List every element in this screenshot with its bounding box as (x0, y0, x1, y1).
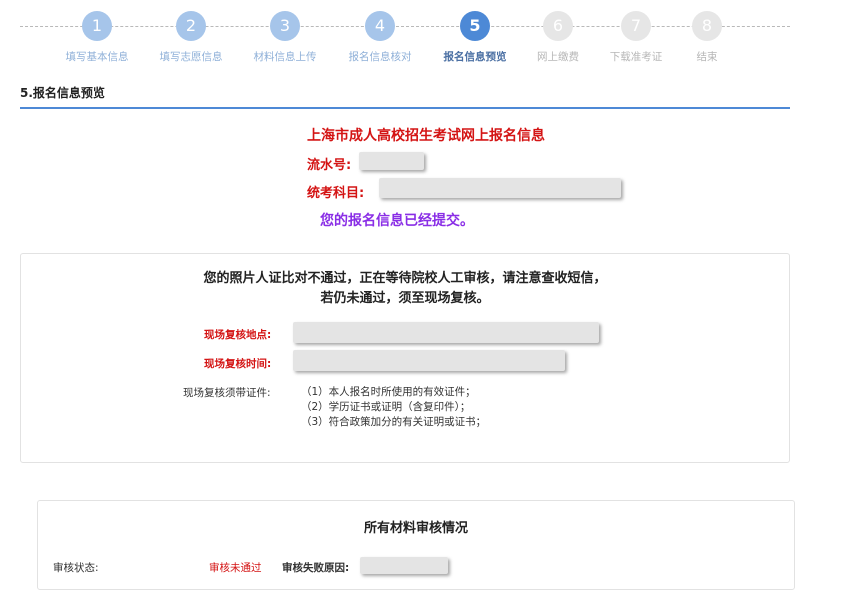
step-label: 填写基本信息 (65, 51, 129, 63)
step-circle: 8 (692, 11, 722, 41)
review-notice: 您的照片人证比对不通过，正在等待院校人工审核，请注意查收短信， 若仍未通过，须至… (21, 269, 789, 309)
step-label: 填写志愿信息 (159, 51, 223, 63)
step-circle: 4 (365, 11, 395, 41)
required-doc-item: （3）符合政策加分的有关证明或证书； (301, 416, 487, 428)
step-circle: 3 (270, 11, 300, 41)
exam-subject-redacted (379, 178, 621, 198)
step-circle: 1 (82, 11, 112, 41)
step-circle: 2 (176, 11, 206, 41)
step-label: 结束 (696, 51, 718, 63)
required-docs-list: （1）本人报名时所使用的有效证件； （2）学历证书或证明（含复印件）； （3）符… (301, 385, 486, 430)
registration-title: 上海市成人高校招生考试网上报名信息 (307, 128, 545, 144)
step-3: 3 材料信息上传 (235, 10, 335, 64)
failure-reason-redacted (360, 557, 448, 574)
materials-review-panel: 所有材料审核情况 审核状态: 审核未通过 审核失败原因: (37, 500, 795, 590)
review-status-label: 审核状态: (53, 562, 99, 574)
submitted-message: 您的报名信息已经提交。 (320, 213, 474, 229)
required-doc-item: （1）本人报名时所使用的有效证件； (301, 386, 476, 398)
page: 1 填写基本信息 2 填写志愿信息 3 材料信息上传 4 报名信息核对 5 报名… (0, 0, 846, 599)
step-1: 1 填写基本信息 (47, 10, 147, 64)
step-2: 2 填写志愿信息 (141, 10, 241, 64)
step-circle: 7 (621, 11, 651, 41)
step-circle: 5 (460, 11, 490, 41)
review-status-value: 审核未通过 (209, 562, 262, 574)
recheck-time-redacted (293, 350, 565, 371)
exam-subject-label: 统考科目: (307, 186, 365, 201)
section-title: 5.报名信息预览 (20, 83, 790, 109)
serial-number-redacted (359, 152, 424, 170)
step-circle: 6 (543, 11, 573, 41)
recheck-time-label: 现场复核时间: (204, 358, 272, 370)
recheck-location-label: 现场复核地点: (204, 329, 272, 341)
progress-stepper: 1 填写基本信息 2 填写志愿信息 3 材料信息上传 4 报名信息核对 5 报名… (20, 10, 790, 70)
notice-line-2: 若仍未通过，须至现场复核。 (320, 291, 490, 306)
notice-line-1: 您的照片人证比对不通过，正在等待院校人工审核，请注意查收短信， (203, 271, 607, 286)
review-notice-panel: 您的照片人证比对不通过，正在等待院校人工审核，请注意查收短信， 若仍未通过，须至… (20, 253, 790, 463)
required-docs-label: 现场复核须带证件: (183, 387, 271, 399)
step-label: 报名信息核对 (348, 51, 412, 63)
recheck-location-redacted (293, 322, 599, 343)
step-8: 8 结束 (657, 10, 757, 64)
materials-review-title: 所有材料审核情况 (363, 521, 468, 536)
required-doc-item: （2）学历证书或证明（含复印件）； (301, 401, 471, 413)
step-4: 4 报名信息核对 (330, 10, 430, 64)
step-label: 材料信息上传 (253, 51, 317, 63)
serial-number-label: 流水号: (307, 158, 352, 173)
failure-reason-label: 审核失败原因: (282, 562, 350, 574)
